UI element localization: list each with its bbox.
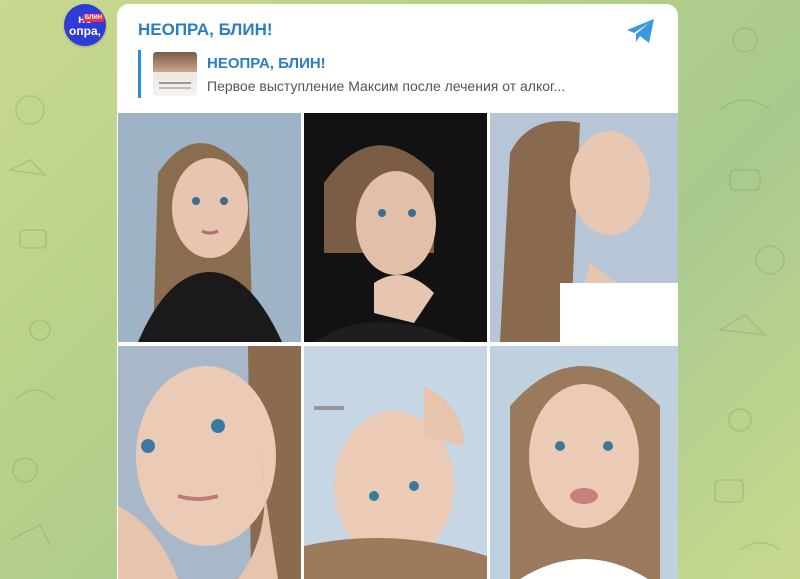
telegram-plane-icon xyxy=(627,19,654,43)
share-button[interactable] xyxy=(626,18,656,44)
message-bubble: НЕОПРА, БЛИН! НЕОПРА, БЛИН! Первое высту… xyxy=(117,4,678,579)
photo-3[interactable] xyxy=(490,113,678,342)
avatar-badge: БЛИН xyxy=(82,14,104,22)
channel-avatar[interactable]: не опра, БЛИН xyxy=(64,4,106,46)
avatar-text-line2: опра, xyxy=(69,24,101,38)
reply-title: НЕОПРА, БЛИН! xyxy=(207,54,326,72)
photo-4[interactable] xyxy=(118,346,301,579)
photo-5[interactable] xyxy=(304,346,487,579)
reply-preview[interactable]: НЕОПРА, БЛИН! Первое выступление Максим … xyxy=(138,50,660,98)
photo-1[interactable] xyxy=(118,113,301,342)
photo-2[interactable] xyxy=(304,113,487,342)
photo-6[interactable] xyxy=(490,346,678,579)
reply-thumbnail xyxy=(153,52,197,96)
reply-snippet: Первое выступление Максим после лечения … xyxy=(207,77,566,94)
channel-name[interactable]: НЕОПРА, БЛИН! xyxy=(138,20,273,40)
